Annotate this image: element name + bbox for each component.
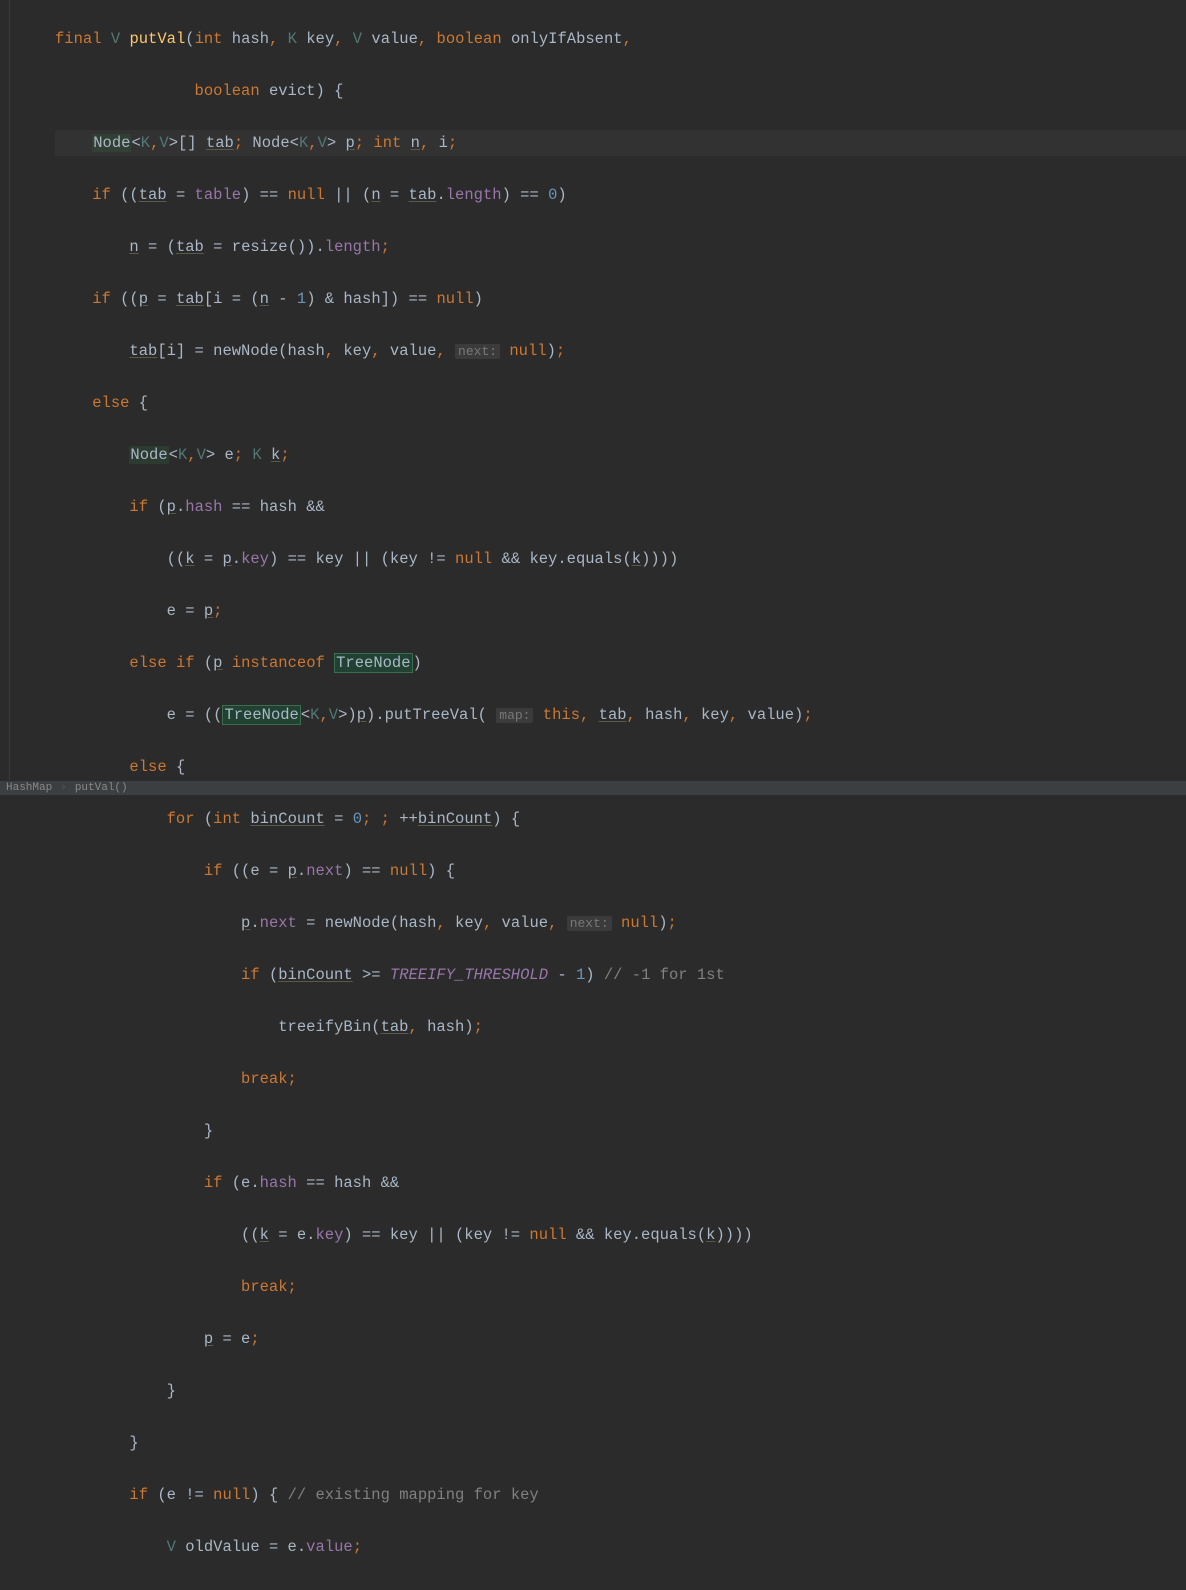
code-line: if (e.hash == hash && — [55, 1170, 1186, 1196]
code-line: else if (p instanceof TreeNode) — [55, 650, 1186, 676]
fold-gutter — [0, 0, 10, 780]
line-gutter — [10, 0, 55, 780]
code-line: e = p; — [55, 598, 1186, 624]
code-line: else { — [55, 754, 1186, 780]
code-line: p.next = newNode(hash, key, value, next:… — [55, 910, 1186, 936]
code-line: Node<K,V> e; K k; — [55, 442, 1186, 468]
code-line: p = e; — [55, 1326, 1186, 1352]
code-line: if (e != null) { // existing mapping for… — [55, 1482, 1186, 1508]
code-line: V oldValue = e.value; — [55, 1534, 1186, 1560]
code-line: } — [55, 1378, 1186, 1404]
code-line: tab[i] = newNode(hash, key, value, next:… — [55, 338, 1186, 364]
code-line: break; — [55, 1066, 1186, 1092]
code-line: final V putVal(int hash, K key, V value,… — [55, 26, 1186, 52]
code-line: } — [55, 1118, 1186, 1144]
code-line: if ((tab = table) == null || (n = tab.le… — [55, 182, 1186, 208]
code-line: ((k = p.key) == key || (key != null && k… — [55, 546, 1186, 572]
code-line: for (int binCount = 0; ; ++binCount) { — [55, 806, 1186, 832]
chevron-right-icon: › — [60, 775, 67, 801]
code-line: ((k = e.key) == key || (key != null && k… — [55, 1222, 1186, 1248]
code-line: n = (tab = resize()).length; — [55, 234, 1186, 260]
breadcrumb-method[interactable]: putVal() — [75, 775, 128, 801]
code-line: if ((p = tab[i = (n - 1) & hash]) == nul… — [55, 286, 1186, 312]
code-line: boolean evict) { — [55, 78, 1186, 104]
code-line: break; — [55, 1274, 1186, 1300]
code-line-current: Node<K,V>[] tab; Node<K,V> p; int n, i; — [55, 130, 1186, 156]
code-line: e = ((TreeNode<K,V>)p).putTreeVal( map: … — [55, 702, 1186, 728]
code-line: if (p.hash == hash && — [55, 494, 1186, 520]
code-line: if (binCount >= TREEIFY_THRESHOLD - 1) /… — [55, 962, 1186, 988]
code-area[interactable]: final V putVal(int hash, K key, V value,… — [55, 0, 1186, 780]
code-line: if ((e = p.next) == null) { — [55, 858, 1186, 884]
code-line: else { — [55, 390, 1186, 416]
breadcrumb-class[interactable]: HashMap — [6, 775, 52, 801]
breadcrumb-bar[interactable]: HashMap › putVal() — [0, 780, 1186, 795]
code-line: } — [55, 1430, 1186, 1456]
code-line: treeifyBin(tab, hash); — [55, 1014, 1186, 1040]
code-editor[interactable]: final V putVal(int hash, K key, V value,… — [0, 0, 1186, 780]
